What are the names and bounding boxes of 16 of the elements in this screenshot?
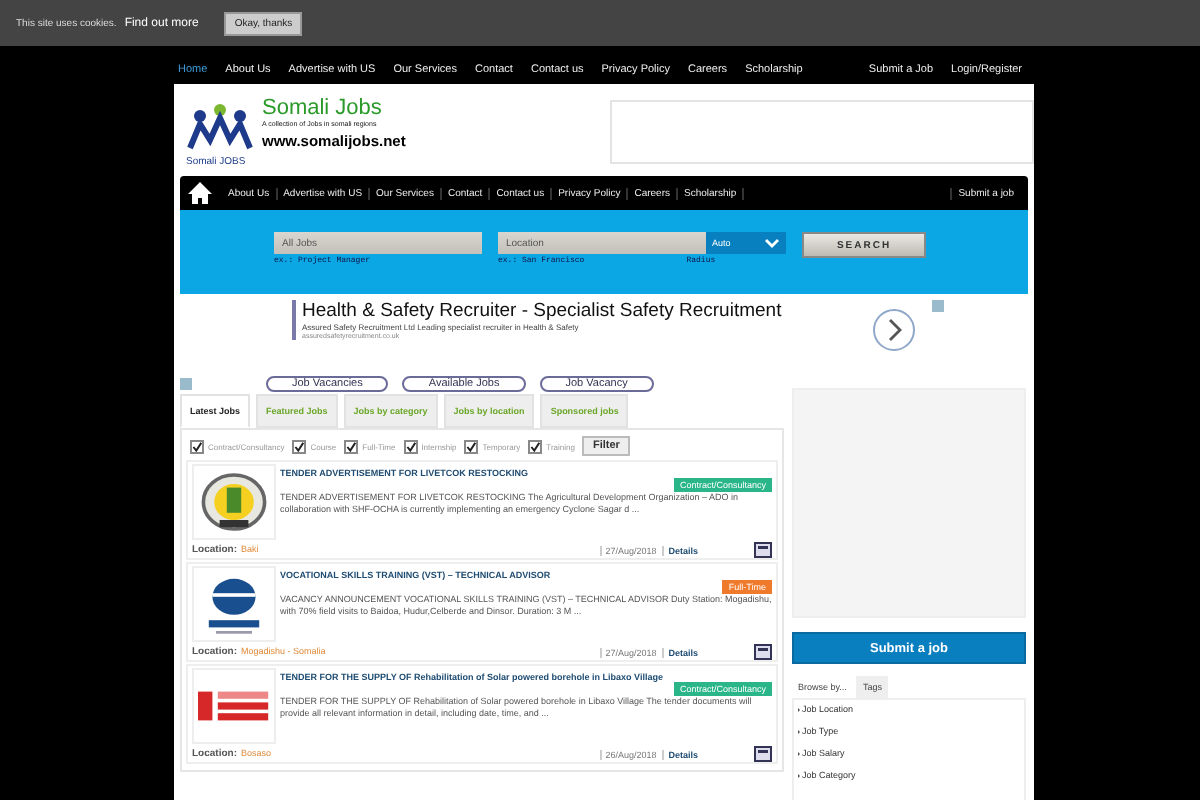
chevron-right-icon[interactable] <box>872 308 916 352</box>
checkbox[interactable] <box>403 439 418 453</box>
chevron-down-icon <box>764 238 780 248</box>
checkbox[interactable] <box>528 439 543 453</box>
checkbox[interactable] <box>190 439 204 453</box>
ad-choices-icon <box>932 300 944 312</box>
logo-title: Somali Jobs <box>262 96 384 120</box>
checkbox[interactable] <box>292 439 307 453</box>
ad-choices-icon <box>180 378 192 390</box>
home-icon <box>188 182 212 204</box>
checkbox[interactable] <box>464 439 479 453</box>
newspaper-icon[interactable] <box>754 542 772 558</box>
newspaper-icon[interactable] <box>754 746 772 762</box>
ad-title-link[interactable]: Health & Safety Recruiter - Specialist Safety Recruitment <box>302 300 856 322</box>
checkbox[interactable] <box>344 439 359 453</box>
newspaper-icon[interactable] <box>754 644 772 660</box>
